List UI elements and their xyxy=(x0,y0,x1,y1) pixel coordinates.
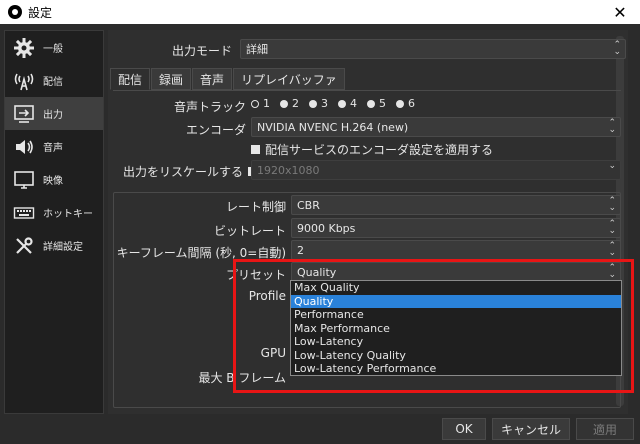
rescale-select[interactable]: 1920x1080 ⌄ xyxy=(251,160,621,180)
sidebar-item-label: 一般 xyxy=(43,44,63,55)
rescale-label: 出力をリスケールする xyxy=(123,165,244,179)
output-mode-select[interactable]: 詳細 ⌃ ⌄ xyxy=(240,39,626,59)
sidebar-item-advanced[interactable]: 詳細設定 xyxy=(5,229,103,262)
broadcast-icon xyxy=(11,68,37,94)
tab-recording[interactable]: 録画 xyxy=(151,68,192,90)
keyframe-value: 2 xyxy=(297,243,304,257)
audio-track-radio-5[interactable]: 5 xyxy=(367,97,386,110)
sidebar-item-label: 配信 xyxy=(43,77,63,88)
radio-icon xyxy=(338,99,346,108)
sidebar-item-general[interactable]: 一般 xyxy=(5,31,103,64)
bitrate-label: ビットレート xyxy=(213,224,286,238)
enforce-service-checkbox[interactable]: 配信サービスのエンコーダ設定を適用する xyxy=(251,141,493,158)
combo-chevron-down-icon: ⌄ xyxy=(608,161,616,171)
sidebar-item-label: 詳細設定 xyxy=(43,242,83,253)
rate-control-label: レート制御 xyxy=(225,200,286,214)
sidebar-item-label: 映像 xyxy=(43,176,63,187)
gear-icon xyxy=(11,35,37,61)
cancel-button[interactable]: キャンセル xyxy=(492,418,570,440)
audio-track-radio-2[interactable]: 2 xyxy=(280,97,299,110)
speaker-icon xyxy=(11,134,37,160)
encoder-value: NVIDIA NVENC H.264 (new) xyxy=(257,120,409,134)
sidebar-item-hotkeys[interactable]: ホットキー xyxy=(5,196,103,229)
output-icon xyxy=(11,101,37,127)
spin-arrows-icon[interactable]: ⌃ ⌄ xyxy=(608,242,616,258)
audio-track-radio-3[interactable]: 3 xyxy=(309,97,328,110)
tab-audio[interactable]: 音声 xyxy=(192,68,233,90)
radio-selected-icon xyxy=(251,99,259,108)
monitor-icon xyxy=(11,167,37,193)
rescale-checkbox[interactable]: 出力をリスケールする xyxy=(123,163,262,180)
rate-control-select[interactable]: CBR ⌃ ⌄ xyxy=(291,195,621,215)
tab-replay-buffer[interactable]: リプレイバッファ xyxy=(233,68,345,90)
encoder-select[interactable]: NVIDIA NVENC H.264 (new) ⌃ ⌄ xyxy=(251,117,621,137)
close-button[interactable]: ✕ xyxy=(600,0,640,24)
audio-track-label: 音声トラック xyxy=(173,100,246,114)
audio-track-radios: 1 2 3 4 5 6 xyxy=(251,97,425,110)
audio-track-radio-1[interactable]: 1 xyxy=(251,97,270,110)
radio-icon xyxy=(367,99,375,108)
spin-arrows-icon[interactable]: ⌃ ⌄ xyxy=(608,220,616,236)
combo-arrows-icon: ⌃ ⌄ xyxy=(608,118,616,135)
sidebar-item-label: 音声 xyxy=(43,143,63,154)
rate-control-value: CBR xyxy=(297,198,320,212)
sidebar-item-output[interactable]: 出力 xyxy=(5,97,103,130)
enforce-service-label: 配信サービスのエンコーダ設定を適用する xyxy=(265,143,494,157)
audio-track-radio-6[interactable]: 6 xyxy=(396,97,415,110)
sidebar-item-stream[interactable]: 配信 xyxy=(5,64,103,97)
apply-button[interactable]: 適用 xyxy=(576,418,634,440)
window-title: 設定 xyxy=(28,5,53,20)
rescale-value: 1920x1080 xyxy=(257,163,320,177)
sidebar-item-audio[interactable]: 音声 xyxy=(5,130,103,163)
bitrate-value: 9000 Kbps xyxy=(297,221,356,235)
red-highlight-box xyxy=(233,259,634,393)
checkbox-checked-icon xyxy=(251,145,260,154)
sidebar-item-label: 出力 xyxy=(43,110,63,121)
tools-icon xyxy=(11,233,37,259)
output-mode-value: 詳細 xyxy=(246,43,268,56)
radio-icon xyxy=(280,99,288,108)
keyframe-spinbox[interactable]: 2 ⌃ ⌄ xyxy=(291,240,621,260)
ok-button[interactable]: OK xyxy=(442,418,486,440)
sidebar-item-video[interactable]: 映像 xyxy=(5,163,103,196)
keyboard-icon xyxy=(11,200,37,226)
audio-track-radio-4[interactable]: 4 xyxy=(338,97,357,110)
combo-arrows-icon: ⌃ ⌄ xyxy=(608,196,616,213)
output-tabs: 配信 録画 音声 リプレイバッファ xyxy=(110,68,346,90)
bitrate-spinbox[interactable]: 9000 Kbps ⌃ ⌄ xyxy=(291,218,621,238)
encoder-label: エンコーダ xyxy=(185,123,246,137)
obs-logo-icon xyxy=(8,5,22,19)
sidebar-item-label: ホットキー xyxy=(43,209,93,220)
title-bar: 設定 ✕ xyxy=(0,0,640,24)
combo-arrows-icon: ⌃ ⌄ xyxy=(613,40,621,57)
settings-sidebar: 一般 配信 出力 音声 映像 ホットキー 詳細設定 xyxy=(4,30,104,414)
tab-streaming[interactable]: 配信 xyxy=(110,68,151,90)
output-mode-label: 出力モード xyxy=(171,44,232,58)
radio-icon xyxy=(396,99,404,108)
radio-icon xyxy=(309,99,317,108)
